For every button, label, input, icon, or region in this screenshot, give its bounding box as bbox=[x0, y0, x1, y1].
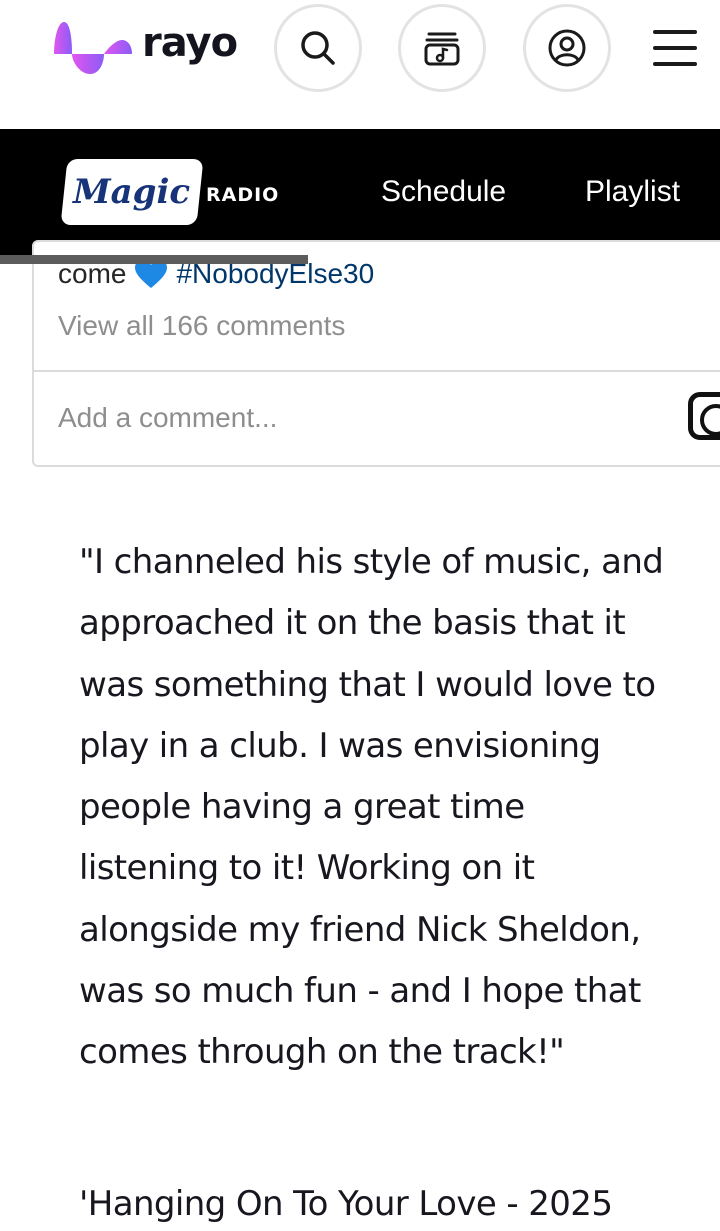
search-button[interactable] bbox=[274, 4, 362, 92]
nav-shadow bbox=[0, 255, 308, 264]
account-icon bbox=[548, 29, 586, 67]
rayo-wordmark: rayo bbox=[142, 20, 238, 66]
hamburger-icon bbox=[653, 30, 697, 34]
magic-logo-word: Magic bbox=[73, 172, 191, 212]
article-subheading: 'Hanging On To Your Love - 2025 bbox=[79, 1184, 613, 1224]
music-box-icon bbox=[424, 32, 460, 66]
article-quote: "I channeled his style of music, and app… bbox=[79, 542, 664, 1073]
search-icon bbox=[301, 31, 335, 65]
account-button[interactable] bbox=[523, 4, 611, 92]
nav-link-playlist[interactable]: Playlist bbox=[585, 175, 680, 209]
rayo-logo[interactable]: rayo bbox=[52, 18, 238, 78]
nav-link-schedule[interactable]: Schedule bbox=[381, 175, 506, 209]
instagram-embed: come #NobodyElse30 View all 166 comments… bbox=[32, 240, 720, 467]
add-comment-input[interactable]: Add a comment... bbox=[58, 402, 277, 434]
menu-button[interactable] bbox=[653, 30, 697, 66]
instagram-icon[interactable] bbox=[688, 392, 720, 440]
magic-logo-subtitle: RADIO bbox=[206, 184, 280, 206]
rayo-header: rayo bbox=[0, 0, 720, 128]
rayo-logo-icon bbox=[54, 22, 132, 74]
view-all-comments-link[interactable]: View all 166 comments bbox=[58, 310, 345, 342]
music-library-button[interactable] bbox=[398, 4, 486, 92]
magic-radio-logo[interactable]: Magic bbox=[60, 159, 204, 225]
divider bbox=[34, 370, 720, 372]
